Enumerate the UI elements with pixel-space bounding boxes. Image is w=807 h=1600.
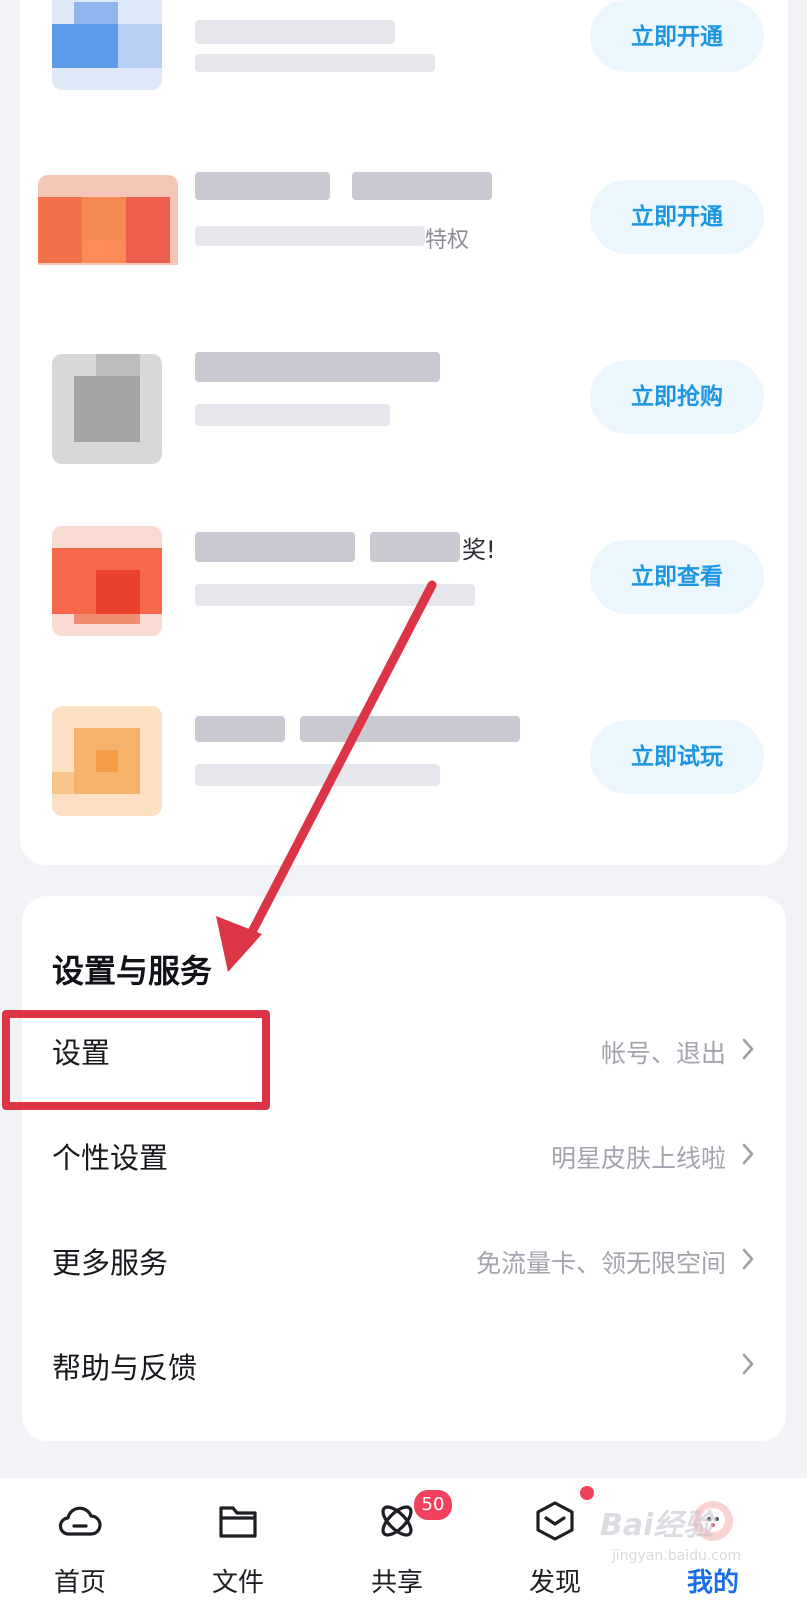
tab-files[interactable]: 文件 — [183, 1478, 293, 1600]
settings-row-desc: 明星皮肤上线啦 — [550, 1144, 726, 1173]
blurred-text — [195, 716, 285, 742]
blurred-text — [195, 20, 395, 44]
blurred-text — [195, 584, 475, 606]
settings-row-desc: 帐号、退出 — [600, 1039, 726, 1068]
chevron-right-icon — [742, 1353, 754, 1375]
chevron-right-icon — [742, 1038, 754, 1060]
tab-discover[interactable]: 发现 — [500, 1478, 610, 1600]
promo-cta-button[interactable]: 立即开通 — [590, 0, 764, 72]
tab-label: 我的 — [686, 1568, 739, 1598]
blurred-text — [195, 352, 440, 382]
cube-icon — [536, 1501, 574, 1541]
promo-cta-button[interactable]: 立即开通 — [590, 180, 764, 254]
tab-share[interactable]: 50 共享 — [342, 1478, 454, 1600]
watermark: Bai经验 — [600, 1508, 714, 1543]
promo-row: 立即试玩 — [20, 706, 788, 860]
promo-cta-button[interactable]: 立即试玩 — [590, 720, 764, 794]
blurred-text — [370, 532, 460, 562]
blurred-text — [195, 54, 435, 72]
settings-row-desc: 免流量卡、领无限空间 — [475, 1249, 726, 1278]
tab-label: 文件 — [211, 1568, 264, 1598]
promo-row-tail-text: 特权 — [425, 228, 470, 253]
blurred-text — [195, 532, 355, 562]
promo-thumbnail — [52, 706, 162, 816]
blurred-text — [195, 172, 330, 200]
blurred-text — [352, 172, 492, 200]
promo-thumbnail — [52, 354, 162, 464]
settings-row-help-feedback[interactable]: 帮助与反馈 — [22, 1311, 786, 1417]
promo-row: 立即抢购 — [20, 352, 788, 500]
blurred-text — [195, 764, 440, 786]
chevron-right-icon — [742, 1248, 754, 1270]
promo-row: 奖! 立即查看 — [20, 526, 788, 680]
settings-row-label: 个性设置 — [52, 1141, 169, 1175]
promo-thumbnail — [52, 526, 162, 636]
promo-thumbnail — [38, 175, 178, 285]
notification-dot — [580, 1486, 594, 1500]
section-title: 设置与服务 — [52, 952, 213, 990]
settings-services-card: 设置与服务 设置 帐号、退出 个性设置 明星皮肤上线啦 更多服务 免流量卡、领无… — [22, 896, 786, 1441]
blurred-text — [300, 716, 520, 742]
blurred-text — [195, 226, 425, 246]
tab-home[interactable]: 首页 — [25, 1478, 135, 1600]
promo-cta-button[interactable]: 立即抢购 — [590, 360, 764, 434]
tab-label: 首页 — [53, 1568, 106, 1598]
blurred-text — [195, 404, 390, 426]
tab-label: 发现 — [528, 1568, 581, 1598]
cloud-icon — [58, 1506, 102, 1536]
promo-cta-button[interactable]: 立即查看 — [590, 540, 764, 614]
promo-card: 立即开通 特权 立即开通 立即抢购 奖! 立即查看 立即试玩 — [20, 0, 788, 865]
settings-row-label: 更多服务 — [52, 1246, 169, 1280]
promo-row-tail-text: 奖! — [462, 536, 496, 564]
chevron-right-icon — [742, 1143, 754, 1165]
settings-row-personalization[interactable]: 个性设置 明星皮肤上线啦 — [22, 1101, 786, 1207]
settings-row-more-services[interactable]: 更多服务 免流量卡、领无限空间 — [22, 1206, 786, 1312]
settings-row-label: 帮助与反馈 — [52, 1351, 198, 1385]
tab-label: 共享 — [370, 1568, 423, 1598]
folder-icon — [219, 1506, 257, 1538]
promo-thumbnail — [52, 0, 162, 90]
notification-badge: 50 — [412, 1488, 454, 1522]
watermark-url: jingyan.baidu.com — [612, 1548, 742, 1564]
promo-row: 特权 立即开通 — [20, 172, 788, 320]
annotation-highlight-box — [2, 1010, 270, 1110]
promo-row: 立即开通 — [20, 0, 788, 140]
